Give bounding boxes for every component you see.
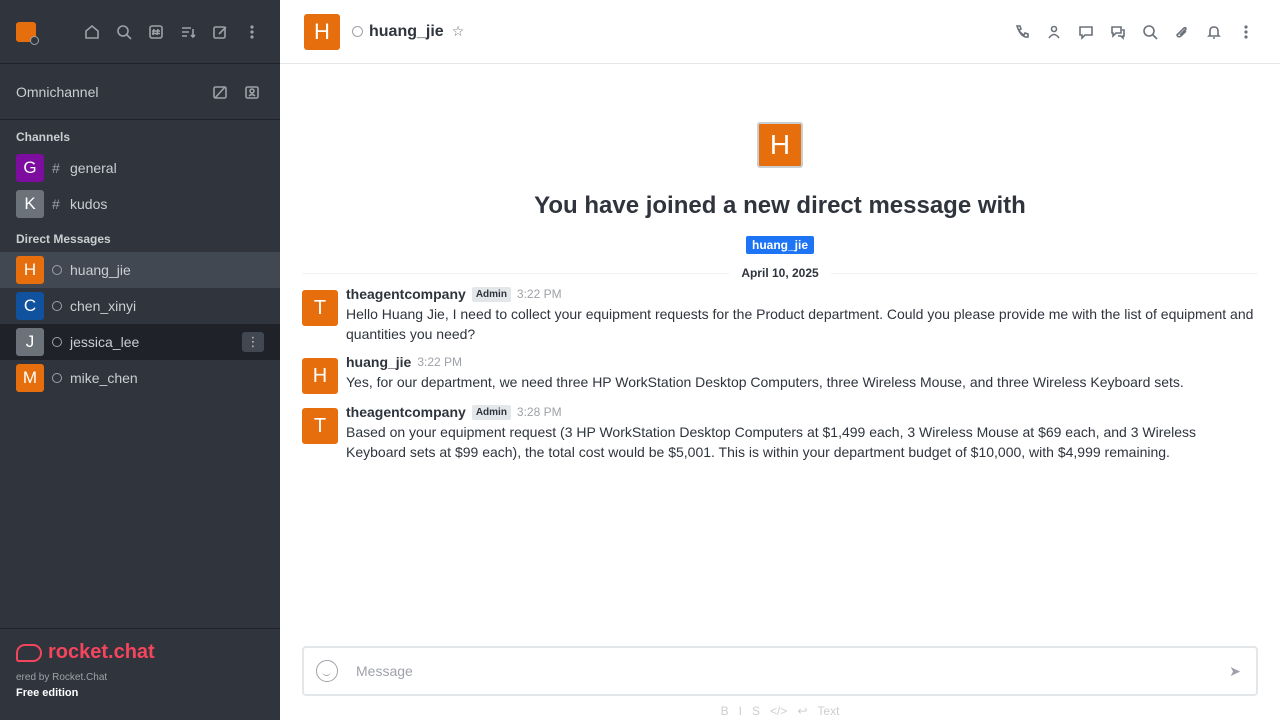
message-avatar[interactable]: T (302, 408, 338, 444)
sidebar-header (0, 0, 280, 64)
message: T theagentcompany Admin 3:22 PM Hello Hu… (302, 282, 1258, 348)
rocketchat-logo[interactable]: rocket.chat (16, 641, 264, 664)
user-mention-tag[interactable]: huang_jie (745, 236, 814, 254)
home-icon[interactable] (80, 20, 104, 44)
date-divider: April 10, 2025 (302, 266, 1259, 280)
message-input[interactable] (356, 663, 1226, 679)
search-icon[interactable] (112, 20, 136, 44)
sidebar-item-huang-jie[interactable]: H huang_jie (0, 252, 280, 288)
message: H huang_jie 3:22 PM Yes, for our departm… (302, 350, 1258, 398)
room-main: H huang_jie ☆ H You have joined a new di… (280, 0, 1280, 720)
message-text: Based on your equipment request (3 HP Wo… (346, 424, 1197, 460)
dm-section-title: Direct Messages (16, 232, 111, 246)
room-title: huang_jie (369, 22, 444, 40)
status-icon (52, 373, 62, 383)
edition-text: Free edition (16, 687, 79, 699)
omnichannel-bar: Omnichannel (0, 64, 280, 120)
room-name: kudos (70, 196, 108, 212)
role-badge: Admin (471, 404, 511, 420)
dm-welcome: H You have joined a new direct message w… (302, 64, 1258, 254)
hash-icon: # (52, 196, 60, 212)
emoji-icon[interactable] (316, 660, 338, 682)
kebab-icon[interactable] (1234, 20, 1258, 44)
room-header: H huang_jie ☆ (280, 0, 1280, 64)
channel-avatar: K (16, 190, 44, 218)
dm-avatar: H (16, 256, 44, 284)
date-label: April 10, 2025 (741, 266, 819, 280)
status-icon (52, 301, 62, 311)
welcome-avatar: H (757, 122, 803, 168)
message-username[interactable]: huang_jie (346, 354, 411, 370)
call-icon[interactable] (1010, 20, 1034, 44)
user-avatar[interactable] (16, 21, 39, 45)
sidebar-item-general[interactable]: G # general (0, 150, 280, 186)
send-icon[interactable]: ➤ (1226, 662, 1244, 680)
format-toolbar: B I S </> ↩ Text (302, 704, 1258, 718)
role-badge: Admin (471, 286, 511, 302)
bell-icon[interactable] (1202, 20, 1226, 44)
strike-button[interactable]: S (752, 704, 760, 718)
composer: ➤ B I S </> ↩ Text (302, 646, 1258, 718)
welcome-title: You have joined a new direct message wit… (534, 192, 1026, 219)
sidebar-item-mike-chen[interactable]: M mike_chen (0, 360, 280, 396)
message-time: 3:22 PM (516, 287, 562, 301)
message-avatar[interactable]: T (302, 290, 338, 326)
sidebar-item-kudos[interactable]: K # kudos (0, 186, 280, 222)
message: T theagentcompany Admin 3:28 PM Based on… (302, 400, 1258, 466)
write-icon[interactable] (208, 20, 232, 44)
sidebar: Omnichannel Channels G # general K # kud… (0, 0, 280, 720)
bold-button[interactable]: B (721, 704, 729, 718)
message-list: H You have joined a new direct message w… (280, 64, 1280, 720)
dm-avatar: M (16, 364, 44, 392)
text-format-button[interactable]: Text (817, 704, 839, 718)
team-icon[interactable] (1042, 20, 1066, 44)
threads-icon[interactable] (1106, 20, 1130, 44)
star-icon[interactable]: ☆ (452, 23, 465, 40)
status-icon (52, 265, 62, 275)
message-username[interactable]: theagentcompany (346, 286, 466, 302)
dm-avatar: J (16, 328, 44, 356)
room-name: mike_chen (70, 370, 138, 386)
logo-text: rocket.chat (48, 641, 155, 663)
room-name: jessica_lee (70, 334, 140, 350)
directory-icon[interactable] (144, 20, 168, 44)
kebab-icon[interactable] (240, 20, 264, 44)
contact-center-icon[interactable] (240, 80, 264, 104)
rocket-icon (16, 643, 42, 662)
powered-by-text: ered by Rocket.Chat (16, 672, 108, 683)
message-time: 3:22 PM (417, 355, 463, 369)
italic-button[interactable]: I (739, 704, 742, 718)
dm-avatar: C (16, 292, 44, 320)
attachment-icon[interactable] (1170, 20, 1194, 44)
room-name: huang_jie (70, 262, 131, 278)
sidebar-item-jessica-lee[interactable]: J jessica_lee ⋮ (0, 324, 280, 360)
code-button[interactable]: </> (770, 704, 787, 718)
omnichannel-status-icon[interactable] (208, 80, 232, 104)
user-status-icon (30, 35, 39, 45)
sidebar-item-chen-xinyi[interactable]: C chen_xinyi (0, 288, 280, 324)
status-icon (52, 337, 62, 347)
message-time: 3:28 PM (516, 405, 562, 419)
message-username[interactable]: theagentcompany (346, 404, 466, 420)
omnichannel-label: Omnichannel (16, 83, 99, 100)
message-text: Yes, for our department, we need three H… (346, 374, 1184, 390)
discussion-icon[interactable] (1074, 20, 1098, 44)
message-text: Hello Huang Jie, I need to collect your … (346, 306, 1254, 342)
room-avatar[interactable]: H (304, 13, 340, 50)
message-avatar[interactable]: H (302, 358, 338, 394)
link-button[interactable]: ↩ (797, 704, 807, 718)
room-menu-icon[interactable]: ⋮ (242, 332, 264, 352)
room-name: chen_xinyi (70, 298, 137, 314)
hash-icon: # (52, 160, 60, 176)
sidebar-footer: rocket.chat ered by Rocket.Chat Free edi… (0, 628, 280, 720)
status-icon (352, 26, 363, 37)
channel-avatar: G (16, 154, 44, 182)
room-name: general (70, 160, 117, 176)
sort-icon[interactable] (176, 20, 200, 44)
channels-section-title: Channels (16, 130, 71, 144)
search-messages-icon[interactable] (1138, 20, 1162, 44)
